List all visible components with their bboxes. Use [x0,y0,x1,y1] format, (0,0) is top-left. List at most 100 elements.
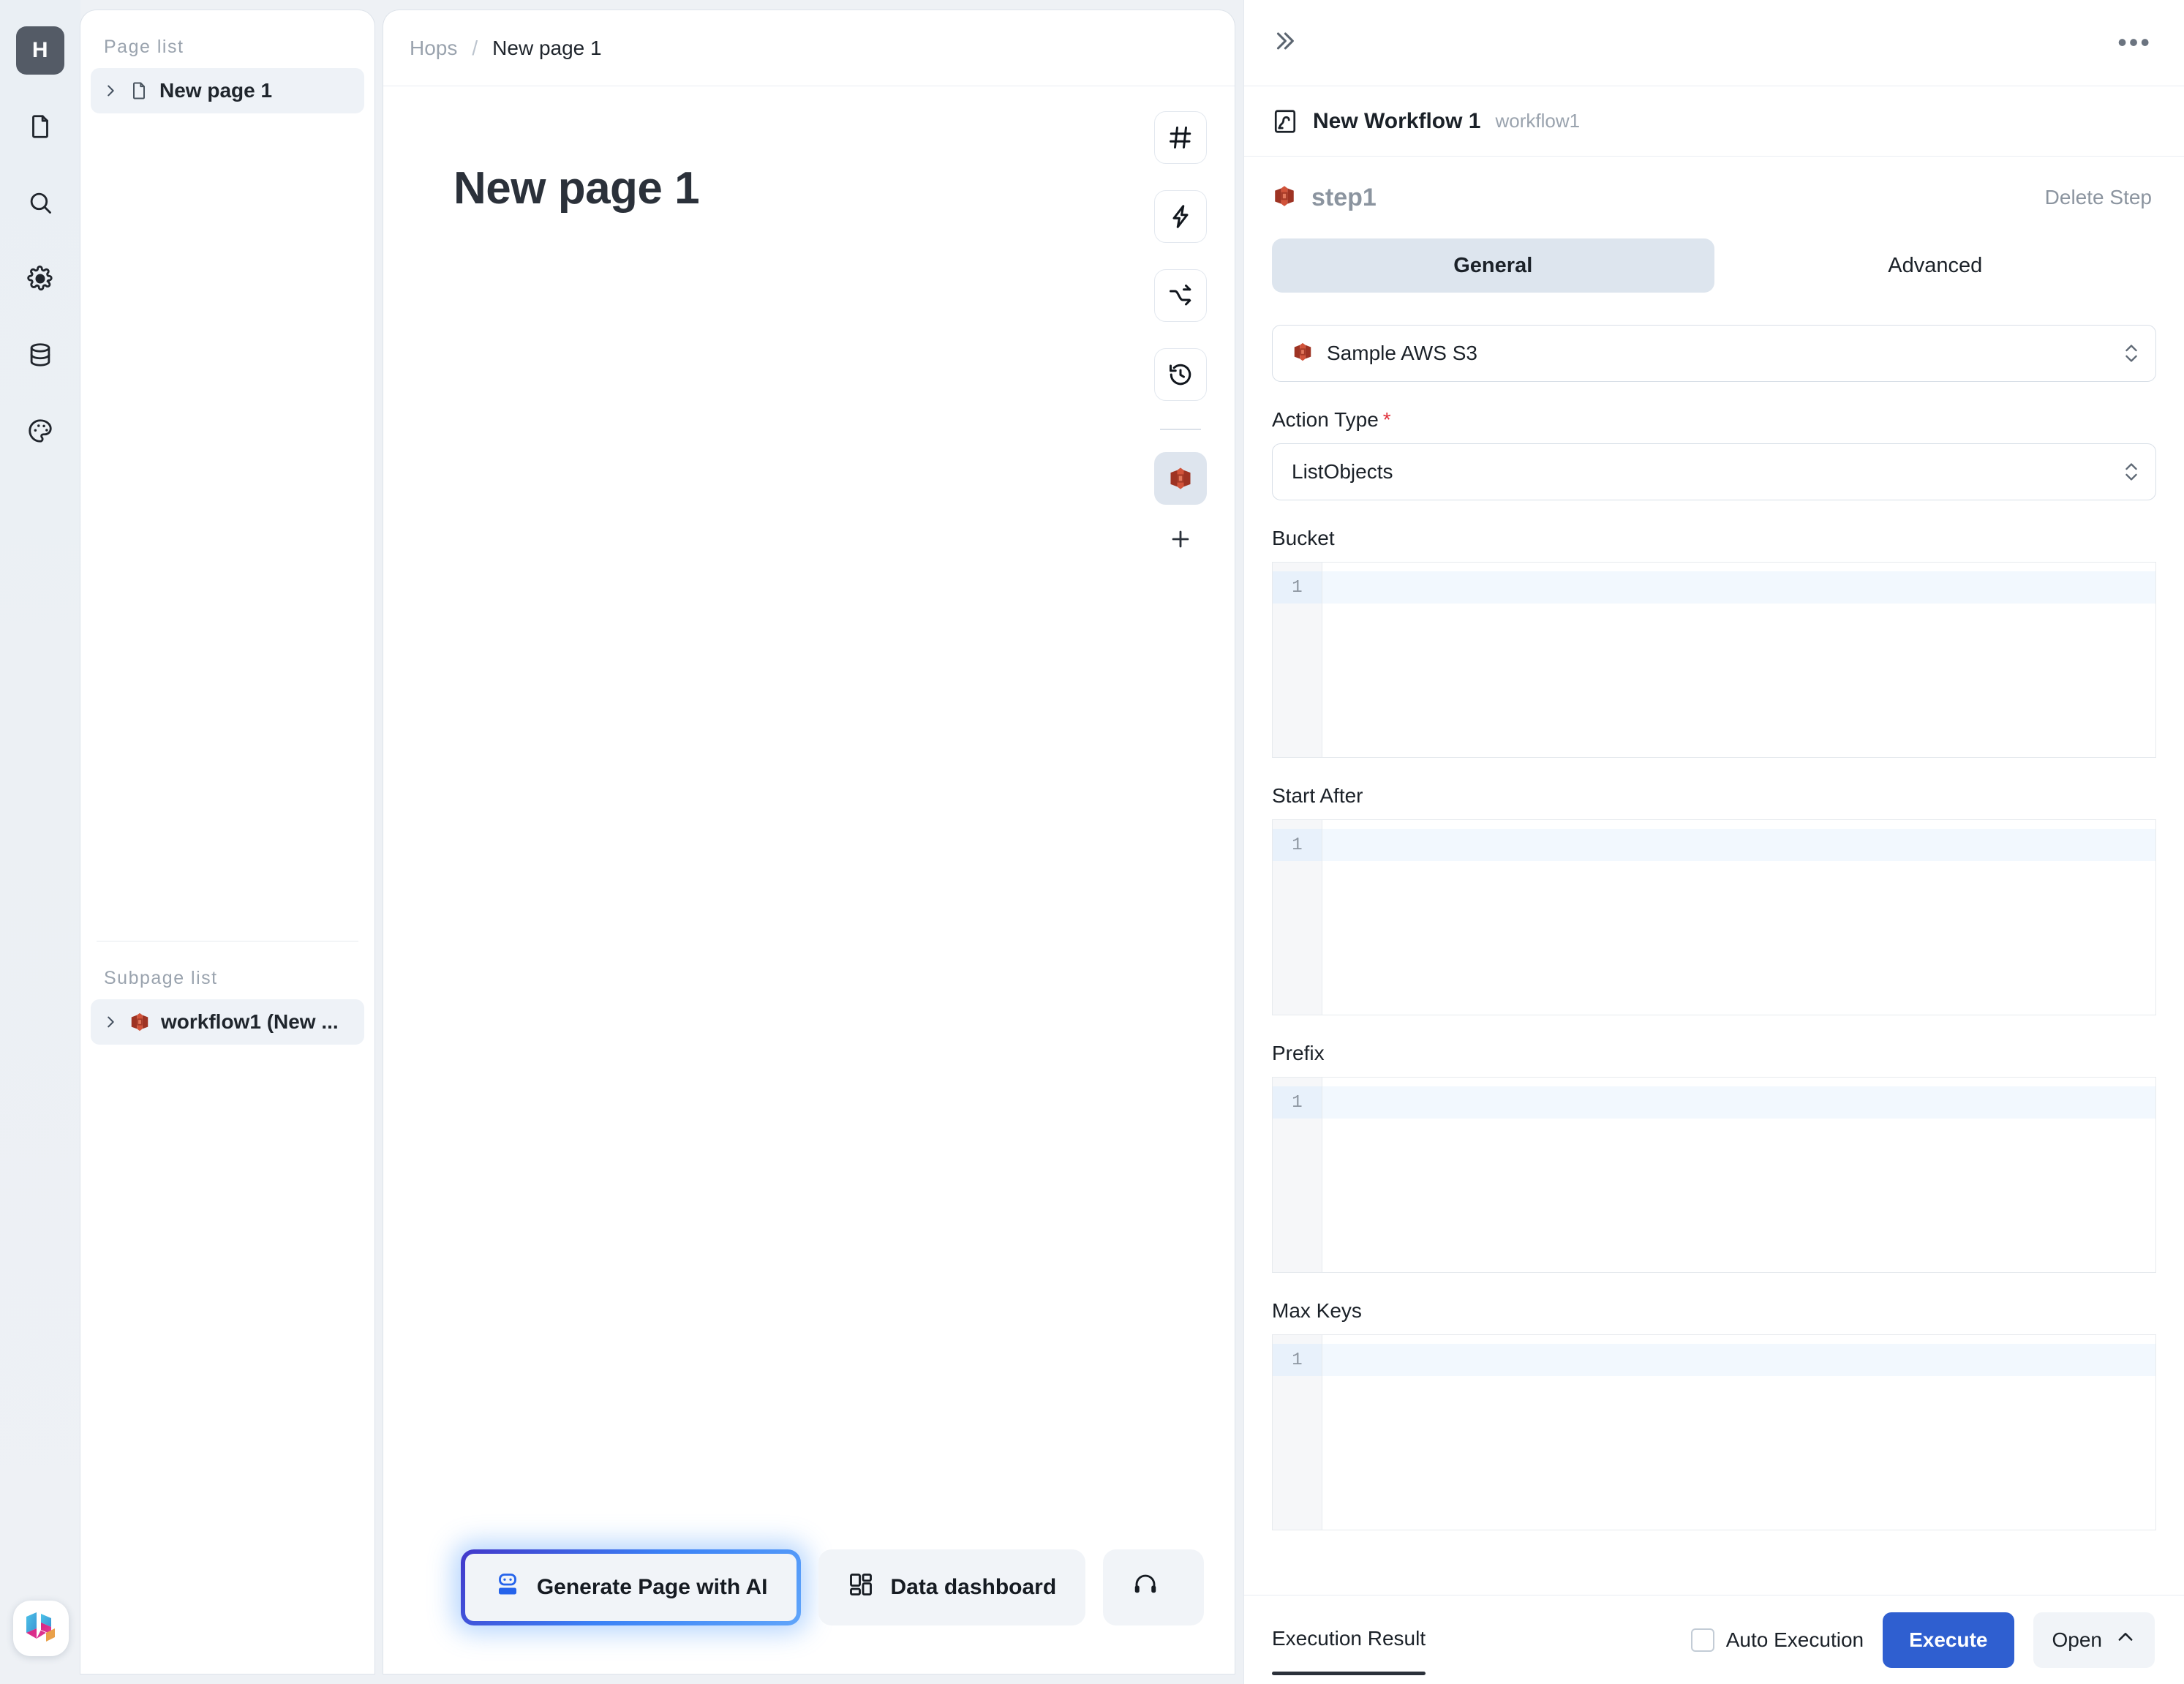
code-area[interactable] [1322,563,2155,757]
workflow-step-panel: ••• New Workflow 1 workflow1 step1 Delet… [1243,0,2184,1684]
line-number: 1 [1273,571,1322,604]
open-button-label: Open [2052,1628,2103,1651]
max-keys-code-editor[interactable]: 1 [1272,1334,2156,1530]
code-gutter: 1 [1273,820,1322,1015]
support-headset-icon [1132,1571,1159,1604]
code-area[interactable] [1322,820,2155,1015]
code-line[interactable] [1322,571,2155,604]
code-area[interactable] [1322,1078,2155,1272]
subpage-list-title: Subpage list [104,968,218,988]
code-line[interactable] [1322,829,2155,861]
page-list-item-label: New page 1 [159,79,273,102]
workflow-name: New Workflow 1 [1313,108,1481,133]
palette-icon[interactable] [16,407,64,455]
canvas-tool-strip [1154,111,1207,559]
generate-page-with-ai-label: Generate Page with AI [536,1575,768,1599]
history-icon-button[interactable] [1154,348,1207,401]
code-line[interactable] [1322,1344,2155,1376]
breadcrumb-current: New page 1 [492,36,602,59]
action-type-select-value: ListObjects [1292,460,1393,483]
dashboard-icon [848,1571,874,1604]
panel-more-menu-icon[interactable]: ••• [2117,29,2152,56]
chevron-right-icon[interactable] [102,83,118,99]
execute-button[interactable]: Execute [1883,1612,2014,1668]
search-icon[interactable] [16,178,64,227]
code-gutter: 1 [1273,1335,1322,1530]
hops-brand-logo[interactable] [13,1601,69,1656]
delete-step-button[interactable]: Delete Step [2045,186,2152,209]
line-number: 1 [1273,1344,1322,1376]
subpage-item-label: workflow1 (New ... [161,1010,339,1033]
code-gutter: 1 [1273,1078,1322,1272]
start-after-label: Start After [1272,784,1363,807]
action-type-select[interactable]: ListObjects [1272,443,2156,500]
data-dashboard-label: Data dashboard [890,1575,1057,1599]
data-dashboard-button[interactable]: Data dashboard [818,1549,1086,1625]
robot-icon [494,1571,521,1604]
lightning-icon-button[interactable] [1154,190,1207,243]
step-identity: step1 [1272,184,1377,212]
breadcrumb-root[interactable]: Hops [410,37,457,60]
code-area[interactable] [1322,1335,2155,1530]
code-line[interactable] [1322,1086,2155,1119]
line-number: 1 [1273,1086,1322,1119]
step-name: step1 [1311,183,1377,211]
page-list-spacer [80,113,374,941]
line-number: 1 [1273,829,1322,861]
auto-execution-checkbox[interactable] [1690,1628,1714,1652]
icon-rail: H [0,0,80,1684]
canvas-action-buttons: Generate Page with AI Data dashboard [383,1549,1235,1625]
step-header: step1 Delete Step [1244,157,2184,238]
hash-icon-button[interactable] [1154,111,1207,164]
subpage-section: Subpage list workflow1 (New ... [80,941,374,1674]
aws-s3-icon [129,1011,151,1033]
chevron-right-icon[interactable] [102,1014,118,1030]
file-icon [129,80,149,101]
bucket-code-editor[interactable]: 1 [1272,562,2156,758]
auto-execution-checkbox-wrap[interactable]: Auto Execution [1690,1628,1864,1652]
aws-s3-step-button[interactable] [1154,452,1207,505]
start-after-code-editor[interactable]: 1 [1272,819,2156,1015]
step-settings-tabs: General Advanced [1272,238,2156,293]
action-type-label: Action Type * [1272,408,2156,432]
connection-select[interactable]: Sample AWS S3 [1272,325,2156,382]
app-logo-button[interactable]: H [16,26,64,75]
page-title: New page 1 [453,163,700,214]
breadcrumb-separator: / [472,36,478,59]
workflow-icon [1272,108,1298,135]
database-icon[interactable] [16,331,64,379]
tab-general[interactable]: General [1272,238,1714,293]
gear-icon[interactable] [16,255,64,303]
page-list-item-new-page-1[interactable]: New page 1 [91,68,364,113]
max-keys-label: Max Keys [1272,1299,1362,1322]
aws-s3-icon [1272,184,1297,212]
page-list-title: Page list [104,37,184,57]
page-list-panel: Page list New page 1 Subpage list workfl… [80,10,374,1674]
add-step-button[interactable] [1154,519,1207,559]
document-icon[interactable] [16,102,64,151]
code-gutter: 1 [1273,563,1322,757]
chevron-updown-icon [2123,459,2139,484]
open-button[interactable]: Open [2033,1612,2155,1668]
breadcrumb: Hops / New page 1 [383,10,1235,86]
collapse-panel-icon[interactable] [1272,29,1297,57]
workflow-id: workflow1 [1495,110,1581,132]
aws-s3-icon [1292,341,1314,367]
subpage-item-workflow1[interactable]: workflow1 (New ... [91,999,364,1045]
canvas-body: New page 1 Generate Page with AI Data da… [383,86,1235,1674]
shuffle-icon-button[interactable] [1154,269,1207,322]
action-type-label-text: Action Type [1272,408,1379,431]
workflow-header: New Workflow 1 workflow1 [1244,86,2184,157]
tool-strip-divider [1160,429,1201,430]
execution-result-tab[interactable]: Execution Result [1272,1605,1426,1675]
prefix-code-editor[interactable]: 1 [1272,1077,2156,1273]
support-button[interactable] [1103,1549,1205,1625]
step-settings-scroll: General Advanced Sample AWS S3 Action Ty… [1244,238,2184,1595]
auto-execution-label: Auto Execution [1725,1628,1864,1651]
prefix-label: Prefix [1272,1042,1325,1064]
connection-select-value: Sample AWS S3 [1327,342,1477,364]
required-asterisk: * [1382,408,1391,431]
panel-topbar: ••• [1244,0,2184,86]
generate-page-with-ai-button[interactable]: Generate Page with AI [461,1549,802,1625]
tab-advanced[interactable]: Advanced [1714,238,2157,293]
